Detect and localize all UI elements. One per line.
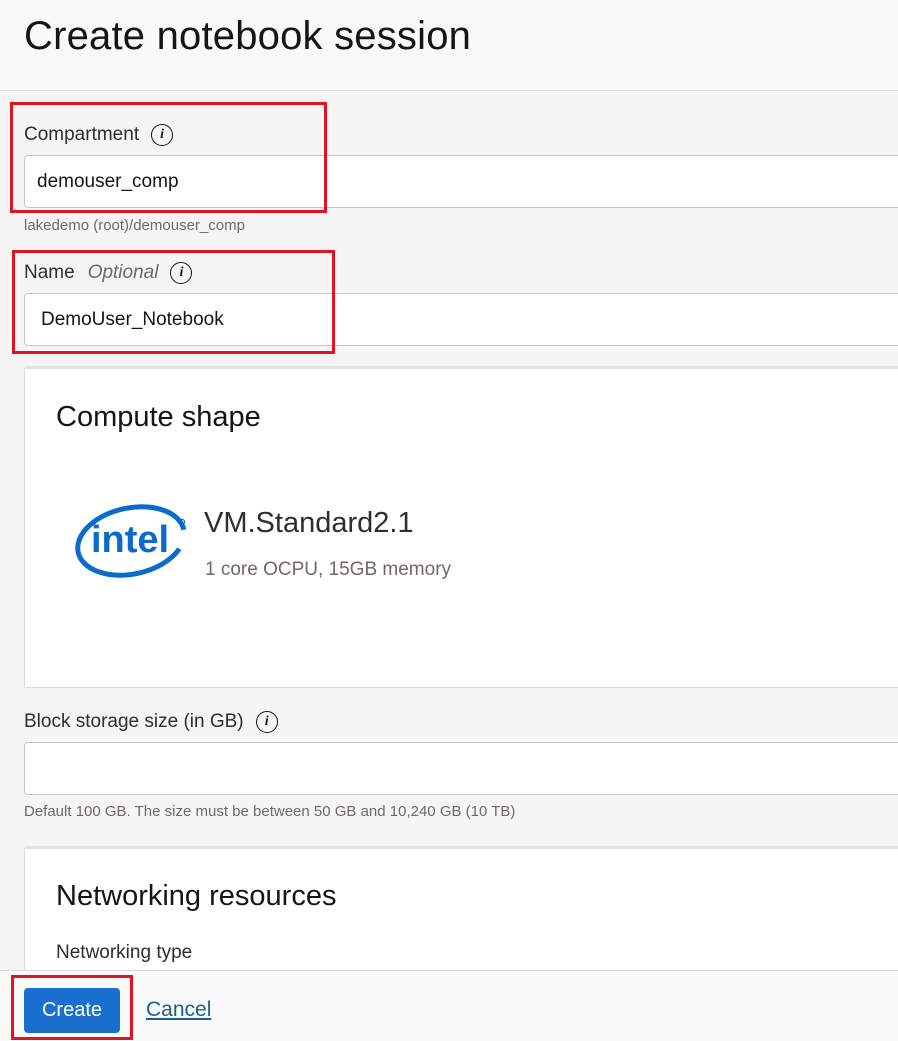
compartment-select[interactable]: demouser_comp (24, 155, 898, 208)
compartment-label-text: Compartment (24, 124, 140, 145)
block-storage-info-icon[interactable]: i (255, 711, 278, 733)
page-title: Create notebook session (24, 14, 472, 58)
compute-shape-panel: Compute shape intel VM.Standard2.1 1 cor… (24, 366, 898, 688)
name-value: DemoUser_Notebook (41, 308, 224, 330)
name-info-icon[interactable]: i (170, 262, 193, 284)
name-label: Name Optional i (24, 262, 193, 284)
block-storage-hint: Default 100 GB. The size must be between… (24, 803, 516, 820)
cancel-link[interactable]: Cancel (146, 998, 211, 1022)
create-notebook-page: Create notebook session Compartment i de… (0, 0, 898, 1041)
compartment-path-hint: lakedemo (root)/demouser_comp (24, 217, 245, 234)
name-label-text: Name (24, 262, 75, 283)
intel-wordmark: intel (91, 519, 169, 561)
networking-title: Networking resources (56, 880, 337, 912)
block-storage-label-text: Block storage size (in GB) (24, 711, 244, 732)
page-header: Create notebook session (0, 0, 898, 91)
shape-description: 1 core OCPU, 15GB memory (205, 559, 452, 580)
compartment-info-icon[interactable]: i (151, 124, 174, 146)
form-footer: Create Cancel (0, 970, 898, 1041)
networking-type-label: Networking type (56, 942, 193, 963)
shape-name: VM.Standard2.1 (204, 507, 414, 539)
compartment-label: Compartment i (24, 124, 174, 146)
create-button[interactable]: Create (24, 988, 120, 1033)
block-storage-label: Block storage size (in GB) i (24, 711, 278, 733)
block-storage-input[interactable] (24, 742, 898, 795)
compartment-value: demouser_comp (37, 170, 179, 192)
compute-shape-title: Compute shape (56, 401, 261, 433)
name-input[interactable]: DemoUser_Notebook (24, 293, 898, 346)
intel-logo: intel (75, 504, 187, 578)
optional-tag: Optional (87, 262, 159, 283)
